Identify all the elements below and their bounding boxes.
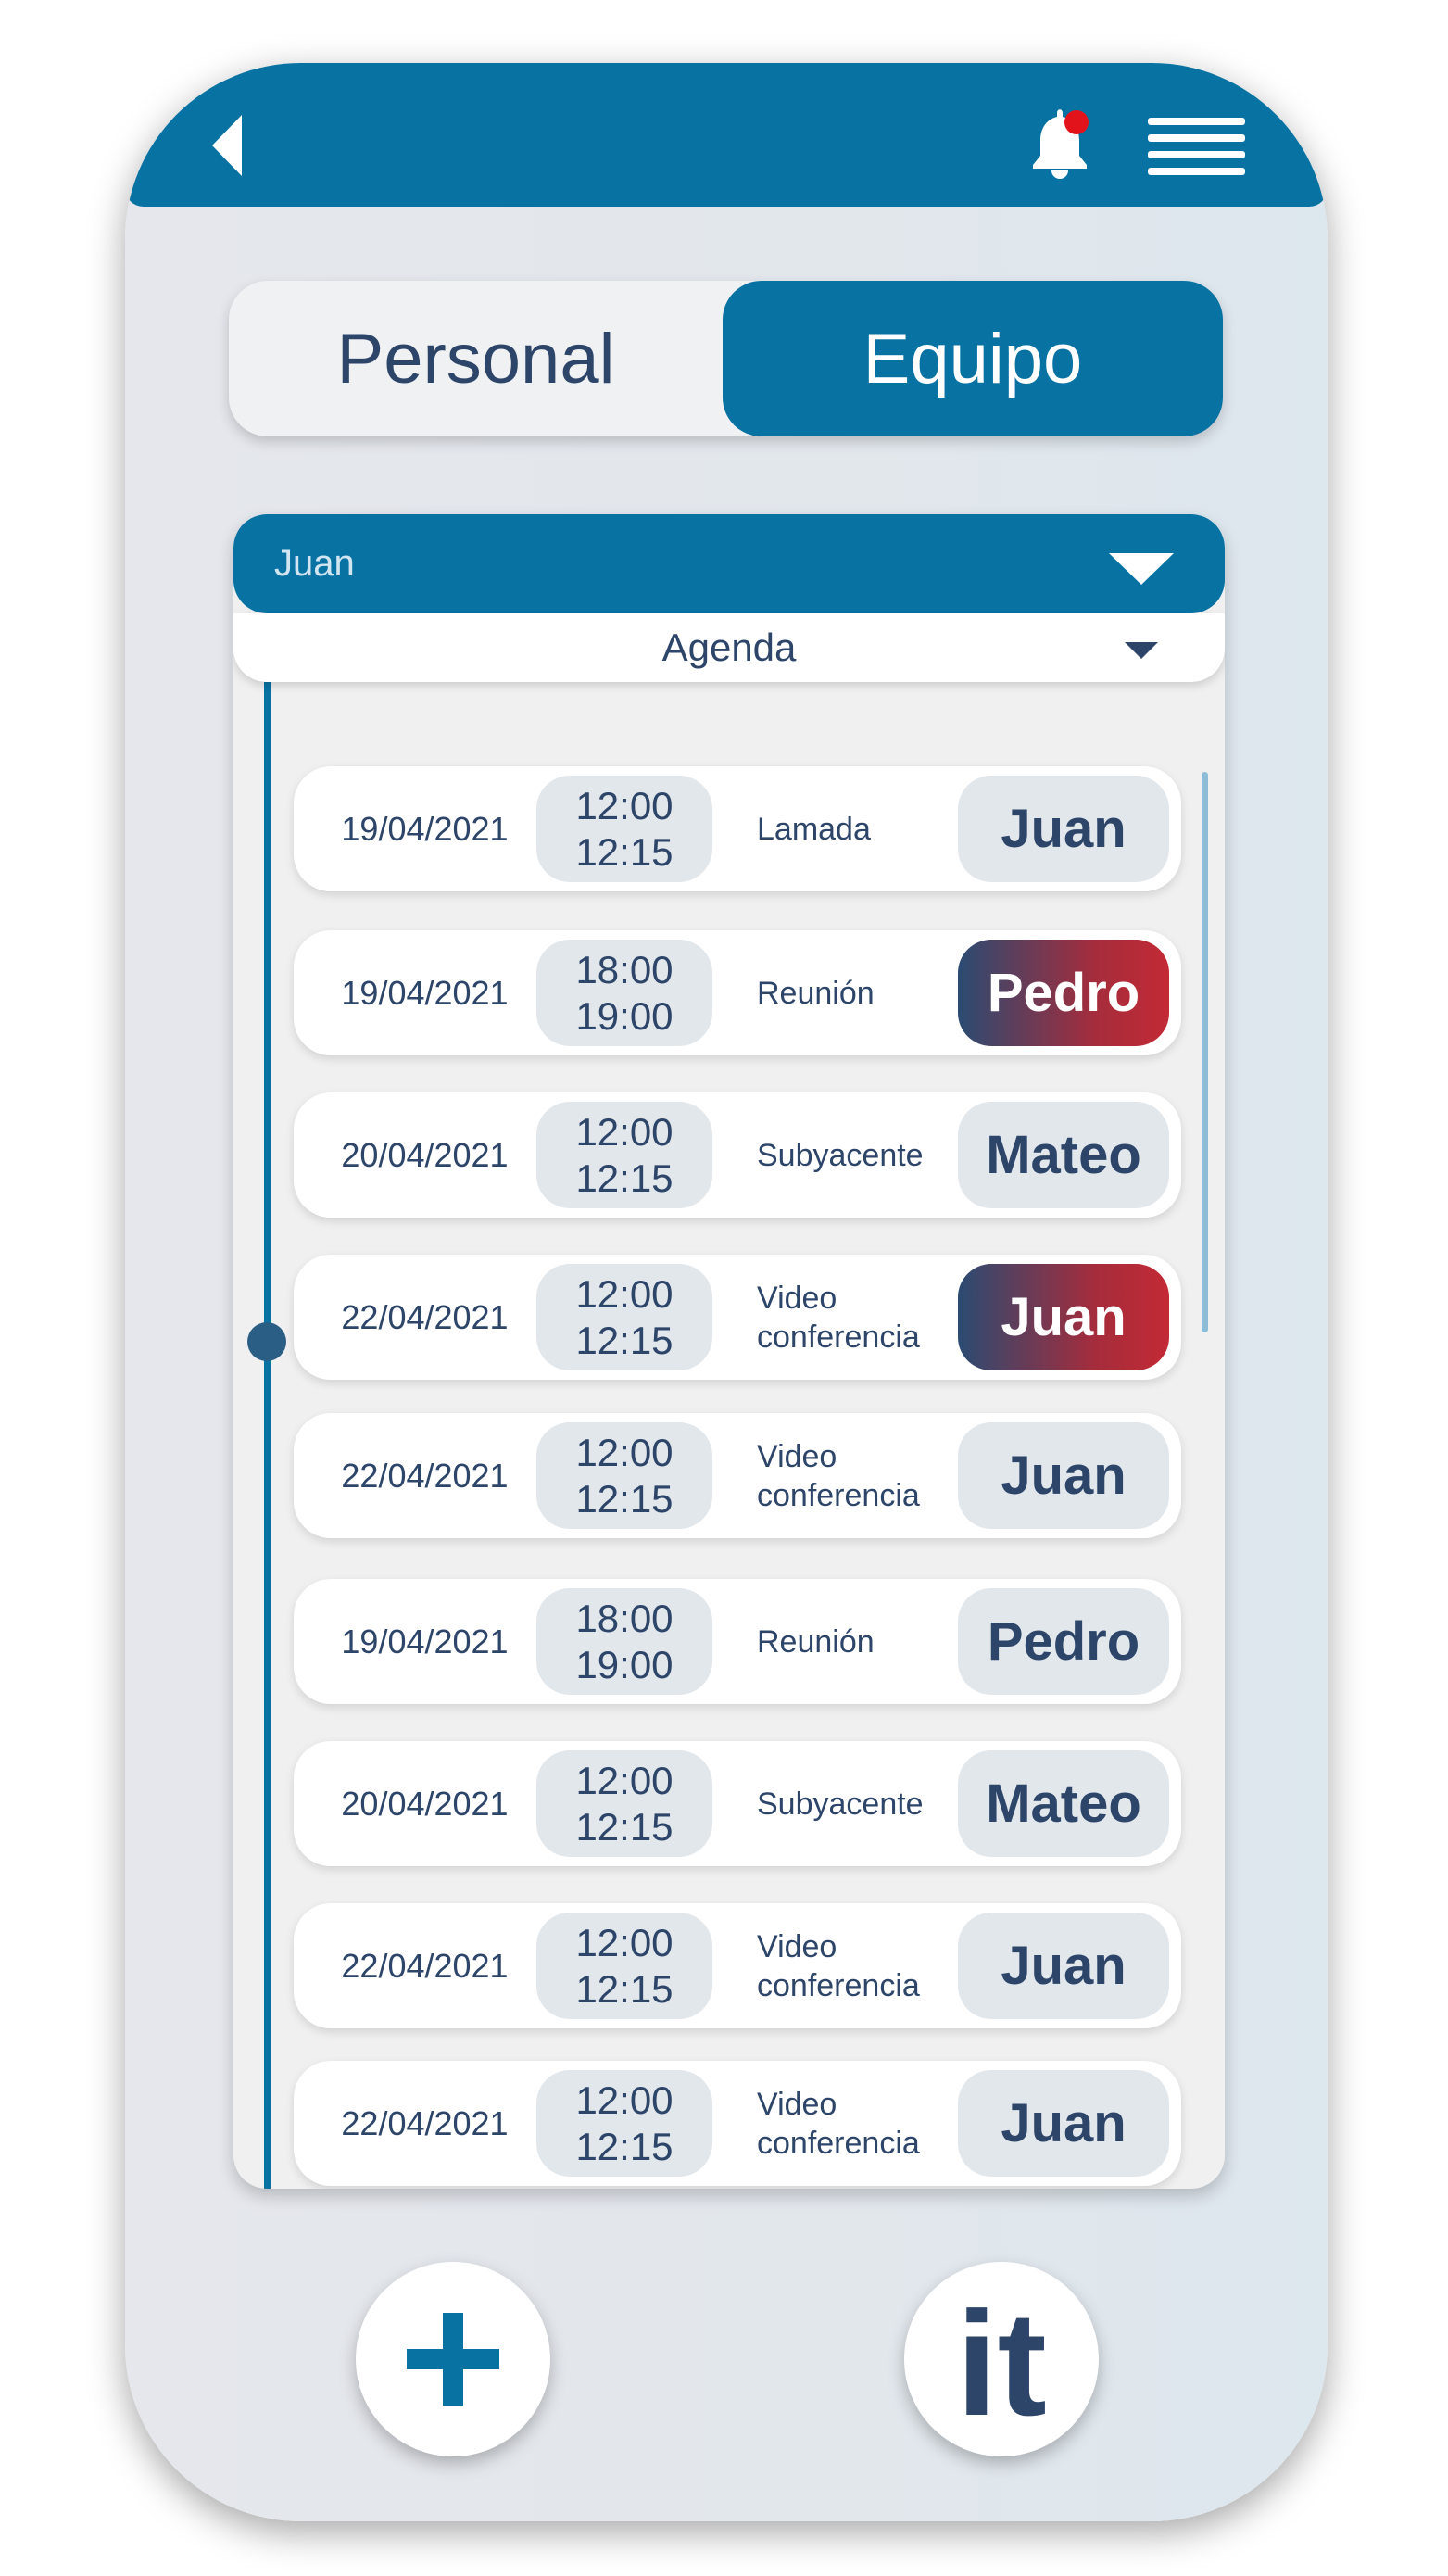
entry-end-time: 12:15 <box>575 829 674 874</box>
entry-end-time: 12:15 <box>575 1476 674 1521</box>
entry-type: Subyacente <box>757 1786 924 1822</box>
entry-time: 12:00 12:15 <box>536 776 712 882</box>
agenda-entry[interactable]: 20/04/2021 12:00 12:15 Subyacente Mateo <box>294 1741 1181 1866</box>
entry-start-time: 18:00 <box>575 1596 674 1640</box>
entry-person-badge[interactable]: Juan <box>958 1913 1169 2019</box>
entry-end-time: 19:00 <box>575 993 674 1038</box>
agenda-entry[interactable]: 19/04/2021 12:00 12:15 Lamada Juan <box>294 766 1181 891</box>
entry-type: Video conferencia <box>757 2086 920 2161</box>
entry-person-badge[interactable]: Juan <box>958 776 1169 882</box>
entry-date: 20/04/2021 <box>341 1785 509 1823</box>
entry-person-badge[interactable]: Mateo <box>958 1102 1169 1208</box>
notification-badge <box>1064 110 1089 134</box>
entry-type: Video conferencia <box>757 1438 920 1513</box>
it-logo-button[interactable]: it <box>904 2262 1099 2456</box>
entry-time: 12:00 12:15 <box>536 2070 712 2177</box>
segment-control: Personal Equipo <box>229 281 1223 436</box>
entry-time: 12:00 12:15 <box>536 1913 712 2019</box>
entry-date: 22/04/2021 <box>341 1947 509 1985</box>
entry-date: 19/04/2021 <box>341 810 509 848</box>
entry-time: 12:00 12:15 <box>536 1264 712 1370</box>
agenda-card: 19/04/2021 12:00 12:15 Lamada Juan 19/04/2021… <box>233 514 1225 2189</box>
entry-end-time: 12:15 <box>575 1318 674 1362</box>
entry-start-time: 12:00 <box>575 1920 674 1964</box>
entry-person-badge[interactable]: Juan <box>958 1264 1169 1370</box>
tab-equipo[interactable]: Equipo <box>723 281 1223 436</box>
agenda-entry[interactable]: 22/04/2021 12:00 12:15 Video conferencia Jua… <box>294 1255 1181 1380</box>
view-dropdown[interactable]: Agenda <box>233 613 1225 682</box>
add-button[interactable] <box>356 2262 550 2456</box>
entry-start-time: 12:00 <box>575 1430 674 1474</box>
bell-icon[interactable] <box>1026 107 1091 182</box>
chevron-down-icon <box>1109 553 1174 585</box>
entry-start-time: 12:00 <box>575 783 674 827</box>
entry-end-time: 19:00 <box>575 1642 674 1686</box>
entry-date: 19/04/2021 <box>341 974 509 1012</box>
entry-start-time: 18:00 <box>575 947 674 991</box>
timeline-marker[interactable] <box>247 1322 286 1361</box>
view-dropdown-value: Agenda <box>661 625 797 669</box>
entry-start-time: 12:00 <box>575 2077 674 2122</box>
agenda-entry[interactable]: 20/04/2021 12:00 12:15 Subyacente Mateo <box>294 1092 1181 1218</box>
plus-icon <box>407 2313 499 2406</box>
entry-time: 12:00 12:15 <box>536 1102 712 1208</box>
entry-time: 18:00 19:00 <box>536 940 712 1046</box>
svg-text:it: it <box>956 2280 1047 2446</box>
entry-start-time: 12:00 <box>575 1109 674 1154</box>
tab-personal[interactable]: Personal <box>229 281 723 436</box>
entry-type: Subyacente <box>757 1137 924 1173</box>
user-dropdown-value: Juan <box>274 543 355 584</box>
entry-person-badge[interactable]: Juan <box>958 1422 1169 1529</box>
entry-time: 18:00 19:00 <box>536 1588 712 1695</box>
entry-start-time: 12:00 <box>575 1758 674 1802</box>
entry-type: Video conferencia <box>757 1280 920 1355</box>
entry-type: Video conferencia <box>757 1928 920 2003</box>
entry-date: 22/04/2021 <box>341 1457 509 1495</box>
entry-person-badge[interactable]: Mateo <box>958 1750 1169 1857</box>
entry-end-time: 12:15 <box>575 2124 674 2168</box>
entry-person-badge[interactable]: Pedro <box>958 1588 1169 1695</box>
chevron-down-icon <box>1125 642 1158 659</box>
entry-person-badge[interactable]: Pedro <box>958 940 1169 1046</box>
entry-date: 19/04/2021 <box>341 1623 509 1661</box>
user-dropdown[interactable]: Juan <box>233 514 1225 613</box>
entry-start-time: 12:00 <box>575 1271 674 1316</box>
entry-date: 22/04/2021 <box>341 1298 509 1336</box>
phone-frame: Personal Equipo 19/04/2021 12:00 12:15 Lama… <box>125 63 1328 2521</box>
entry-type: Lamada <box>757 811 871 847</box>
entry-time: 12:00 12:15 <box>536 1422 712 1529</box>
entry-end-time: 12:15 <box>575 1804 674 1849</box>
entry-person-badge[interactable]: Juan <box>958 2070 1169 2177</box>
agenda-entry[interactable]: 22/04/2021 12:00 12:15 Video conferencia Jua… <box>294 2061 1181 2186</box>
timeline-line <box>264 682 271 2189</box>
back-chevron-icon[interactable] <box>208 113 246 178</box>
entry-end-time: 12:15 <box>575 1966 674 2011</box>
agenda-entry[interactable]: 22/04/2021 12:00 12:15 Video conferencia Jua… <box>294 1903 1181 2028</box>
top-bar <box>125 63 1328 207</box>
entry-date: 22/04/2021 <box>341 2104 509 2142</box>
it-logo: it <box>956 2280 1047 2446</box>
entry-end-time: 12:15 <box>575 1155 674 1200</box>
scrollbar[interactable] <box>1202 772 1208 1332</box>
entry-time: 12:00 12:15 <box>536 1750 712 1857</box>
entry-date: 20/04/2021 <box>341 1136 509 1174</box>
agenda-entry[interactable]: 19/04/2021 18:00 19:00 Reunión Pedro <box>294 1579 1181 1704</box>
entry-type: Reunión <box>757 975 875 1011</box>
hamburger-menu-icon[interactable] <box>1148 114 1245 179</box>
agenda-entry[interactable]: 22/04/2021 12:00 12:15 Video conferencia Jua… <box>294 1413 1181 1538</box>
agenda-entry[interactable]: 19/04/2021 18:00 19:00 Reunión Pedro <box>294 930 1181 1055</box>
entry-type: Reunión <box>757 1623 875 1660</box>
